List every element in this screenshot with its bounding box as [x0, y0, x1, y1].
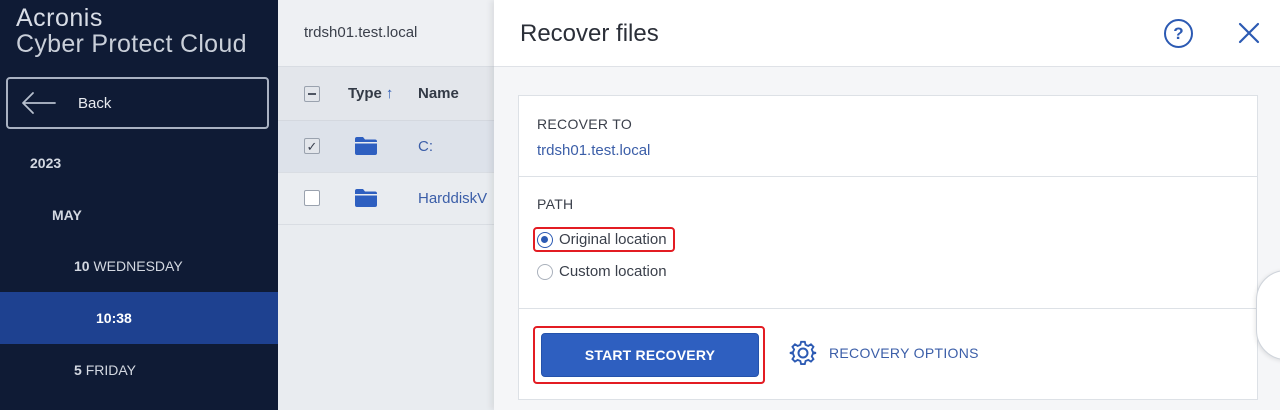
row-checkbox[interactable]: ✓ [304, 138, 320, 154]
start-recovery-highlight: START RECOVERY [533, 326, 765, 384]
actions-section: START RECOVERY RECOVERY OPTIONS [518, 308, 1258, 400]
folder-icon [355, 189, 377, 207]
back-button[interactable]: Back [6, 77, 269, 129]
recover-to-label: RECOVER TO [537, 116, 633, 132]
nav-time-label: 10:38 [96, 310, 132, 326]
nav-time-selected[interactable]: 10:38 [0, 292, 278, 344]
sidebar: Acronis Cyber Protect Cloud Back 2023 MA… [0, 0, 278, 410]
select-all-checkbox[interactable] [304, 86, 320, 102]
help-icon[interactable]: ? [1164, 19, 1193, 48]
check-icon: ✓ [306, 138, 318, 154]
recover-to-section: RECOVER TO trdsh01.test.local [518, 95, 1258, 177]
row-name[interactable]: HarddiskV [418, 190, 487, 207]
column-type[interactable]: Type ↑ [348, 85, 393, 102]
brand-name: Acronis [16, 4, 103, 32]
dialog-header: Recover files ? [494, 0, 1280, 67]
custom-location-label: Custom location [559, 263, 667, 280]
column-name[interactable]: Name [418, 85, 459, 102]
nav-month-label: MAY [52, 207, 82, 223]
back-arrow-icon [22, 92, 56, 114]
nav-year-label: 2023 [30, 155, 62, 171]
row-checkbox[interactable] [304, 190, 320, 206]
original-location-radio[interactable] [537, 231, 553, 248]
path-label: PATH [537, 196, 574, 212]
original-location-label: Original location [559, 231, 667, 248]
nav-day-name: WEDNESDAY [93, 258, 183, 274]
dialog-title: Recover files [520, 20, 659, 47]
nav-day-name: FRIDAY [85, 362, 136, 378]
start-recovery-button[interactable]: START RECOVERY [541, 333, 759, 377]
custom-location-option[interactable]: Custom location [537, 263, 667, 280]
sort-up-icon: ↑ [385, 85, 394, 102]
recover-to-target[interactable]: trdsh01.test.local [537, 142, 650, 159]
nav-day-number: 10 [74, 258, 90, 274]
nav-day-number: 5 [74, 362, 82, 378]
nav-day-5[interactable]: 5 FRIDAY [0, 344, 278, 396]
server-title: trdsh01.test.local [304, 24, 418, 41]
back-button-label: Back [78, 94, 112, 112]
recover-files-dialog: Recover files ? RECOVER TO trdsh01.test.… [494, 0, 1280, 410]
recovery-options-label: RECOVERY OPTIONS [829, 345, 979, 361]
folder-icon [355, 137, 377, 155]
brand-product: Cyber Protect Cloud [16, 30, 247, 58]
gear-icon [789, 340, 817, 366]
path-section: PATH Original location Custom location [518, 176, 1258, 309]
nav-year-2023[interactable]: 2023 [0, 137, 278, 189]
nav-month-may[interactable]: MAY [0, 189, 278, 241]
recovery-options-button[interactable]: RECOVERY OPTIONS [789, 339, 979, 367]
column-type-label: Type [348, 85, 382, 102]
original-location-option[interactable]: Original location [533, 227, 675, 252]
row-name[interactable]: C: [418, 138, 433, 155]
custom-location-radio[interactable] [537, 263, 553, 280]
close-icon[interactable] [1234, 18, 1264, 48]
nav-day-10[interactable]: 10 WEDNESDAY [0, 240, 278, 292]
